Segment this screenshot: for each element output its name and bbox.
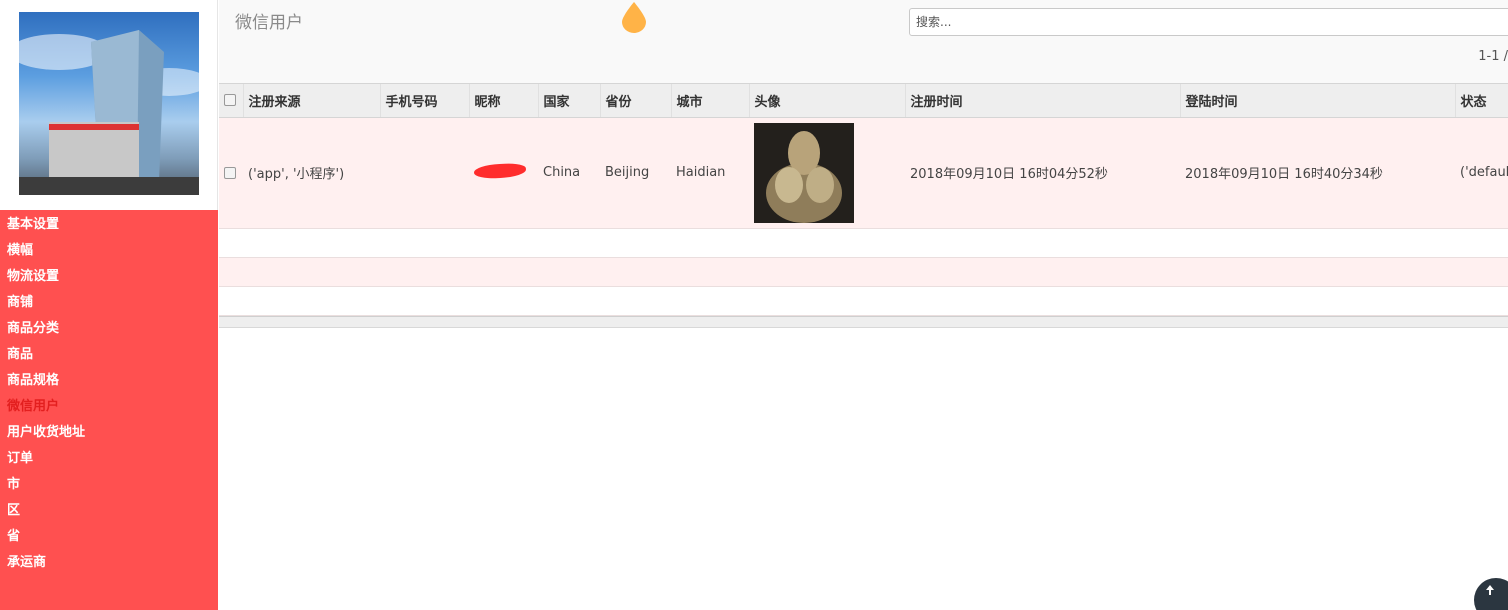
cell-nickname bbox=[469, 117, 538, 229]
main-content: 微信用户 1-1 / 注册来源 手机号码 昵称 国家 省份 城市 bbox=[219, 0, 1508, 610]
column-header-nickname[interactable]: 昵称 bbox=[469, 84, 539, 118]
avatar[interactable] bbox=[754, 122, 854, 223]
column-header-country[interactable]: 国家 bbox=[538, 84, 601, 118]
sidebar-item-user-addresses[interactable]: 用户收货地址 bbox=[0, 420, 218, 446]
table-row[interactable]: ('app', '小程序') China Beijing Haidian 201… bbox=[219, 117, 1508, 229]
sidebar-item-wechat-users[interactable]: 微信用户 bbox=[0, 394, 218, 420]
page-header: 微信用户 1-1 / bbox=[219, 0, 1508, 84]
cell-register-time: 2018年09月10日 16时04分52秒 bbox=[905, 117, 1180, 229]
users-table-container: 注册来源 手机号码 昵称 国家 省份 城市 头像 注册时间 登陆时间 状态 ('… bbox=[219, 84, 1508, 316]
sidebar-item-logistics-settings[interactable]: 物流设置 bbox=[0, 264, 218, 290]
column-header-phone[interactable]: 手机号码 bbox=[380, 84, 470, 118]
sidebar-item-city[interactable]: 市 bbox=[0, 472, 218, 498]
column-header-province[interactable]: 省份 bbox=[600, 84, 672, 118]
redacted-nickname bbox=[473, 162, 527, 179]
column-header-register-time[interactable]: 注册时间 bbox=[905, 84, 1181, 118]
sidebar-item-product-specs[interactable]: 商品规格 bbox=[0, 368, 218, 394]
sidebar-item-basic-settings[interactable]: 基本设置 bbox=[0, 212, 218, 238]
row-select-cell bbox=[219, 117, 243, 229]
column-header-city[interactable]: 城市 bbox=[671, 84, 750, 118]
sidebar-menu: 基本设置 横幅 物流设置 商铺 商品分类 商品 商品规格 微信用户 用户收货地址… bbox=[0, 212, 218, 576]
column-header-source[interactable]: 注册来源 bbox=[243, 84, 381, 118]
table-footer-bar bbox=[219, 316, 1508, 328]
cell-phone bbox=[380, 117, 469, 229]
empty-table-row bbox=[219, 228, 1508, 258]
row-checkbox[interactable] bbox=[224, 166, 236, 179]
search-input[interactable] bbox=[909, 8, 1508, 36]
sidebar-item-orders[interactable]: 订单 bbox=[0, 446, 218, 472]
cell-province: Beijing bbox=[600, 117, 671, 229]
sidebar-item-shops[interactable]: 商铺 bbox=[0, 290, 218, 316]
users-table: 注册来源 手机号码 昵称 国家 省份 城市 头像 注册时间 登陆时间 状态 ('… bbox=[219, 84, 1508, 316]
empty-table-row bbox=[219, 286, 1508, 316]
cell-login-time: 2018年09月10日 16时40分34秒 bbox=[1180, 117, 1455, 229]
droplet-icon bbox=[622, 2, 646, 33]
column-header-login-time[interactable]: 登陆时间 bbox=[1180, 84, 1456, 118]
sidebar-item-province[interactable]: 省 bbox=[0, 524, 218, 550]
cell-status: ('default' bbox=[1455, 117, 1508, 229]
column-header-status[interactable]: 状态 bbox=[1455, 84, 1508, 118]
table-header-row: 注册来源 手机号码 昵称 国家 省份 城市 头像 注册时间 登陆时间 状态 bbox=[219, 84, 1508, 118]
sidebar-item-banner[interactable]: 横幅 bbox=[0, 238, 218, 264]
building-logo-image bbox=[19, 12, 199, 195]
cell-source: ('app', '小程序') bbox=[243, 117, 380, 229]
sidebar-item-district[interactable]: 区 bbox=[0, 498, 218, 524]
page-title: 微信用户 bbox=[235, 13, 303, 33]
sidebar-item-carriers[interactable]: 承运商 bbox=[0, 550, 218, 576]
sidebar-item-product-categories[interactable]: 商品分类 bbox=[0, 316, 218, 342]
sidebar: 基本设置 横幅 物流设置 商铺 商品分类 商品 商品规格 微信用户 用户收货地址… bbox=[0, 0, 218, 610]
cell-country: China bbox=[538, 117, 600, 229]
logo-area bbox=[0, 0, 218, 210]
empty-table-row bbox=[219, 257, 1508, 287]
sidebar-item-products[interactable]: 商品 bbox=[0, 342, 218, 368]
cell-avatar bbox=[749, 117, 905, 229]
select-all-cell bbox=[219, 84, 244, 118]
column-header-avatar[interactable]: 头像 bbox=[749, 84, 906, 118]
select-all-checkbox[interactable] bbox=[224, 94, 236, 107]
arrow-up-icon bbox=[1486, 585, 1494, 595]
cell-city: Haidian bbox=[671, 117, 749, 229]
pagination-info: 1-1 / bbox=[1478, 49, 1508, 64]
